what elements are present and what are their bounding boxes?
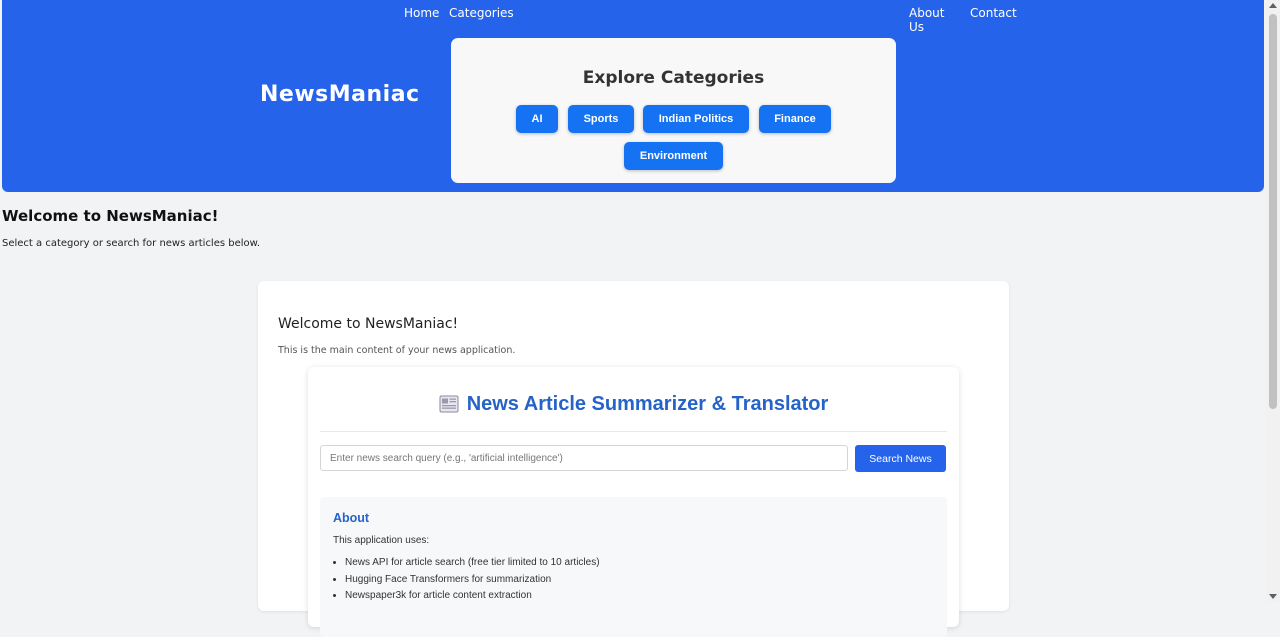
about-section: About This application uses: News API fo…: [320, 497, 947, 637]
list-item: Hugging Face Transformers for summarizat…: [345, 572, 600, 589]
nav-about-us[interactable]: About Us: [909, 6, 944, 34]
scrollbar-thumb[interactable]: [1269, 14, 1277, 409]
scroll-up-arrow-icon[interactable]: [1269, 3, 1277, 8]
welcome-subtext: Select a category or search for news art…: [2, 238, 261, 249]
header-banner: NewsManiac Home Categories About Us Cont…: [2, 0, 1264, 192]
categories-card: Explore Categories AI Sports Indian Poli…: [451, 38, 896, 183]
news-search-input[interactable]: [320, 445, 848, 471]
app-title: News Article Summarizer & Translator: [466, 393, 829, 415]
category-button-ai[interactable]: AI: [516, 105, 558, 133]
list-item: News API for article search (free tier l…: [345, 555, 600, 572]
main-description: This is the main content of your news ap…: [278, 345, 516, 356]
summarizer-app-card: News Article Summarizer & Translator Sea…: [308, 367, 959, 637]
nav-home[interactable]: Home: [404, 6, 439, 20]
main-content-card: Welcome to NewsManiac! This is the main …: [258, 281, 1009, 637]
category-button-finance[interactable]: Finance: [759, 105, 831, 133]
nav-contact[interactable]: Contact: [970, 6, 1017, 20]
nav-about-line1: About: [909, 6, 945, 20]
scroll-down-arrow-icon[interactable]: [1269, 594, 1277, 599]
main-title: Welcome to NewsManiac!: [278, 316, 459, 332]
about-heading: About: [333, 511, 370, 525]
about-list: News API for article search (free tier l…: [333, 555, 600, 605]
about-intro: This application uses:: [333, 535, 430, 546]
welcome-heading: Welcome to NewsManiac!: [2, 207, 219, 225]
nav-categories[interactable]: Categories: [449, 6, 514, 20]
nav-about-line2: Us: [909, 20, 925, 34]
app-title-row: News Article Summarizer & Translator: [308, 393, 959, 419]
list-item: Newspaper3k for article content extracti…: [345, 588, 600, 605]
categories-title: Explore Categories: [582, 68, 765, 88]
page-scrollbar[interactable]: [1266, 0, 1280, 602]
category-button-indian-politics[interactable]: Indian Politics: [643, 105, 749, 133]
search-news-button[interactable]: Search News: [855, 445, 946, 472]
category-button-environment[interactable]: Environment: [624, 142, 723, 170]
newspaper-icon: [439, 395, 459, 419]
brand-logo-text[interactable]: NewsManiac: [260, 82, 420, 107]
category-button-sports[interactable]: Sports: [568, 105, 634, 133]
title-divider: [320, 431, 947, 432]
